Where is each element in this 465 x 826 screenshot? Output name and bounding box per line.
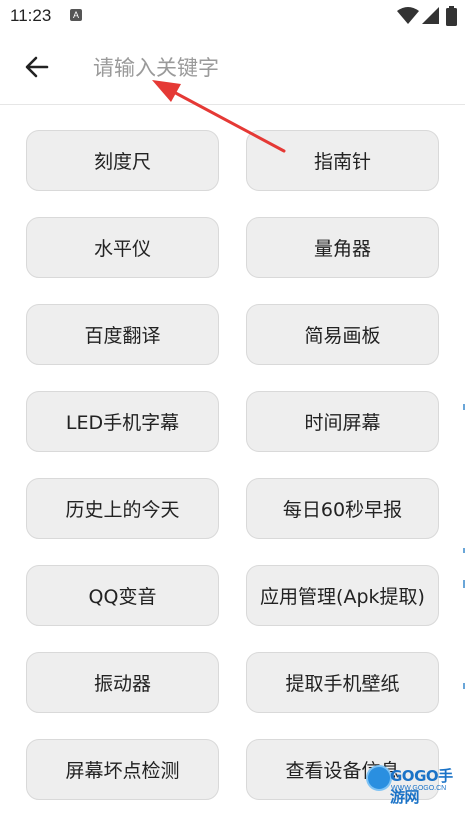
battery-icon <box>446 6 457 26</box>
tool-button-drawing-board[interactable]: 简易画板 <box>246 304 439 365</box>
tool-button-history-today[interactable]: 历史上的今天 <box>26 478 219 539</box>
tool-button-compass[interactable]: 指南针 <box>246 130 439 191</box>
tool-button-vibrator[interactable]: 振动器 <box>26 652 219 713</box>
tool-button-ruler[interactable]: 刻度尺 <box>26 130 219 191</box>
tool-button-qq-voice-changer[interactable]: QQ变音 <box>26 565 219 626</box>
app-screen: 11:23 A 刻度尺 指南针 水平仪 量角器 百度翻译 简易画板 LED手机字… <box>0 0 465 826</box>
tool-grid: 刻度尺 指南针 水平仪 量角器 百度翻译 简易画板 LED手机字幕 时间屏幕 历… <box>26 130 439 800</box>
status-time: 11:23 <box>10 6 52 25</box>
arrow-left-icon <box>25 56 49 78</box>
tool-button-level[interactable]: 水平仪 <box>26 217 219 278</box>
tool-button-app-manager[interactable]: 应用管理(Apk提取) <box>246 565 439 626</box>
search-input[interactable] <box>93 50 433 86</box>
tool-button-dead-pixel-test[interactable]: 屏幕坏点检测 <box>26 739 219 800</box>
tool-button-extract-wallpaper[interactable]: 提取手机壁纸 <box>246 652 439 713</box>
gogo-watermark-logo: GOGO手游网 WWW.GOGO.CN <box>368 763 463 823</box>
tool-button-led-subtitle[interactable]: LED手机字幕 <box>26 391 219 452</box>
signal-icon <box>422 7 439 24</box>
tool-button-baidu-translate[interactable]: 百度翻译 <box>26 304 219 365</box>
tool-button-clock-screen[interactable]: 时间屏幕 <box>246 391 439 452</box>
watermark-site: WWW.GOGO.CN <box>391 785 447 792</box>
tool-button-protractor[interactable]: 量角器 <box>246 217 439 278</box>
status-bar: 11:23 A <box>0 0 465 34</box>
tool-button-daily-news[interactable]: 每日60秒早报 <box>246 478 439 539</box>
back-button[interactable] <box>20 50 54 84</box>
search-toolbar <box>0 34 465 105</box>
wifi-icon <box>397 7 419 24</box>
gogo-logo-icon <box>368 767 390 789</box>
notification-app-icon: A <box>70 9 82 21</box>
